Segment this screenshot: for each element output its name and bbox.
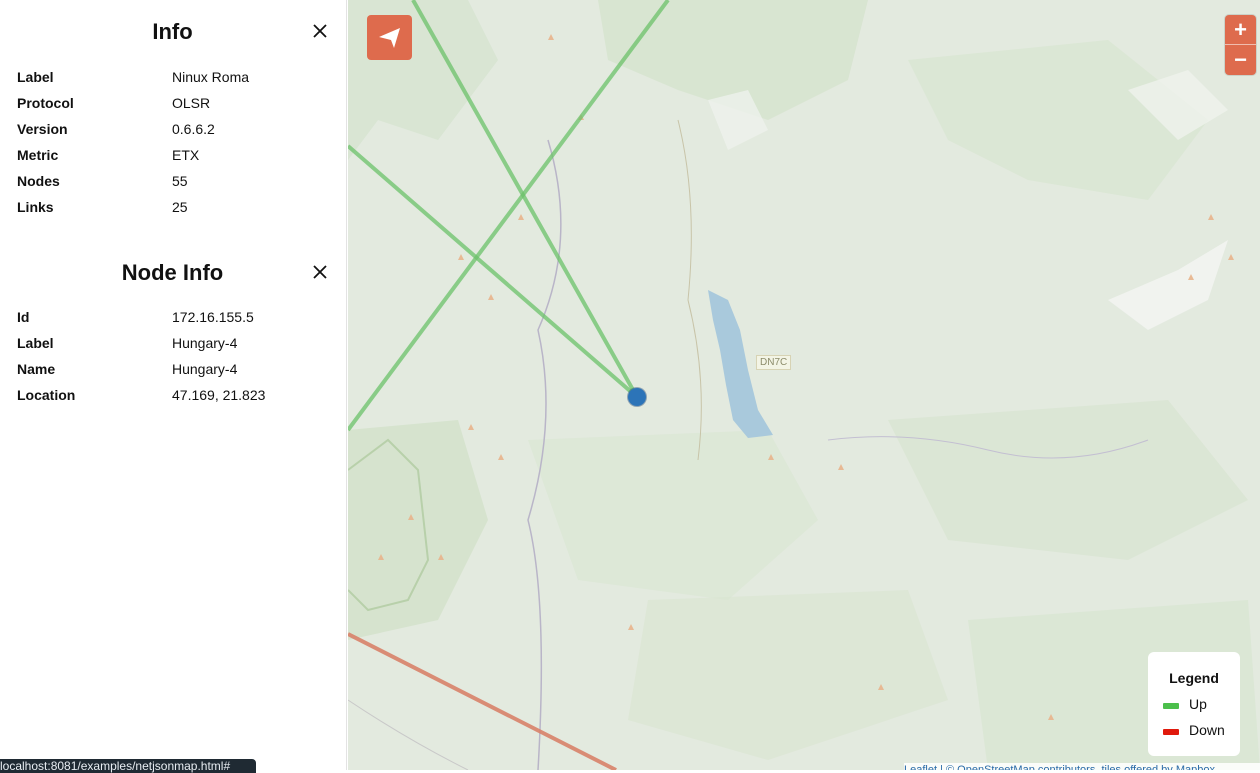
info-value: OLSR: [172, 95, 211, 111]
map-node-hungary-4[interactable]: [628, 388, 646, 406]
node-info-value: 47.169, 21.823: [172, 387, 266, 403]
info-value: 55: [172, 173, 188, 189]
map-canvas[interactable]: [348, 0, 1260, 770]
browser-status-bar: localhost:8081/examples/netjsonmap.html#: [0, 759, 256, 773]
node-info-row: Name Hungary-4: [17, 361, 337, 381]
info-value: ETX: [172, 147, 200, 163]
info-panel-title: Info: [152, 19, 193, 44]
info-value: 25: [172, 199, 188, 215]
info-key: Protocol: [17, 95, 74, 111]
node-info-value: Hungary-4: [172, 335, 238, 351]
node-info-value: 172.16.155.5: [172, 309, 254, 325]
info-row: Nodes 55: [17, 173, 337, 193]
info-key: Label: [17, 69, 54, 85]
legend-swatch-up: [1163, 703, 1179, 709]
info-key: Links: [17, 199, 54, 215]
close-icon: [313, 24, 327, 38]
map-terrain: [348, 0, 1260, 770]
info-key: Metric: [17, 147, 59, 163]
map-attribution[interactable]: Leaflet | © OpenStreetMap contributors, …: [904, 763, 1260, 770]
info-row: Protocol OLSR: [17, 95, 337, 115]
legend-label-up: Up: [1189, 696, 1207, 712]
info-value: 0.6.6.2: [172, 121, 215, 137]
send-arrow-icon: [379, 28, 400, 48]
info-row: Label Ninux Roma: [17, 69, 337, 89]
zoom-out-button[interactable]: −: [1225, 45, 1256, 74]
node-info-title: Node Info: [121, 260, 224, 285]
info-row: Version 0.6.6.2: [17, 121, 337, 141]
zoom-control: + −: [1225, 15, 1256, 75]
close-icon: [313, 265, 327, 279]
legend-swatch-down: [1163, 729, 1179, 735]
node-info-row: Id 172.16.155.5: [17, 309, 337, 329]
legend-title: Legend: [1169, 670, 1219, 686]
info-row: Metric ETX: [17, 147, 337, 167]
node-info-row: Location 47.169, 21.823: [17, 387, 337, 407]
close-info-button[interactable]: [311, 22, 329, 40]
node-info-key: Name: [17, 361, 56, 377]
info-value: Ninux Roma: [172, 69, 250, 85]
sidebar: Info Label Ninux Roma Protocol OLSR Vers…: [0, 0, 347, 770]
node-info-row: Label Hungary-4: [17, 335, 337, 355]
node-info-value: Hungary-4: [172, 361, 238, 377]
sidebar-toggle-button[interactable]: [367, 15, 412, 60]
node-info-key: Label: [17, 335, 54, 351]
info-key: Nodes: [17, 173, 60, 189]
legend-label-down: Down: [1189, 722, 1225, 738]
info-row: Links 25: [17, 199, 337, 219]
zoom-in-button[interactable]: +: [1225, 15, 1256, 45]
close-node-info-button[interactable]: [311, 263, 329, 281]
node-info-key: Id: [17, 309, 30, 325]
road-label: DN7C: [756, 355, 792, 370]
info-key: Version: [17, 121, 68, 137]
legend: Legend Up Down: [1148, 652, 1240, 756]
node-info-key: Location: [17, 387, 76, 403]
